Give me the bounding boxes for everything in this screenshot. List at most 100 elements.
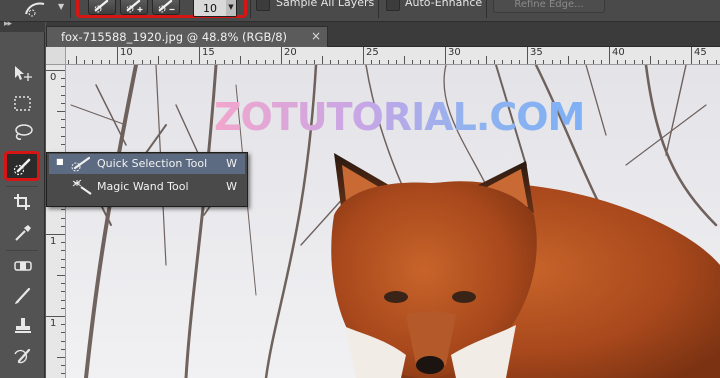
chevron-down-icon[interactable]: ▼	[226, 0, 236, 16]
new-selection-brush-icon	[94, 0, 109, 13]
menu-item-magic-wand-tool[interactable]: Magic Wand Tool W	[49, 177, 245, 197]
ruler-label: 1	[50, 236, 57, 247]
move-tool-icon	[15, 66, 32, 81]
ruler-tick	[346, 60, 348, 64]
ruler-tick	[61, 307, 65, 309]
ruler-label: 30	[448, 47, 461, 58]
ruler-label: 40	[612, 47, 625, 58]
eyedropper-tool[interactable]	[8, 221, 36, 243]
document-tab-bar: fox-715588_1920.jpg @ 48.8% (RGB/8) ×	[46, 22, 720, 47]
ruler-label: 15	[202, 47, 215, 58]
ruler-tick	[699, 60, 701, 64]
ruler-tick	[469, 60, 471, 64]
ruler-tick	[190, 60, 192, 64]
document-canvas[interactable]: ZOTUTORIAL.COM	[66, 65, 720, 378]
ruler-origin[interactable]	[46, 47, 66, 65]
refine-edge-button[interactable]: Refine Edge...	[493, 0, 605, 13]
quick-selection-brush-icon	[71, 156, 91, 172]
ruler-tick	[568, 56, 569, 64]
ruler-tick	[158, 56, 159, 64]
ruler-tick	[149, 60, 151, 64]
add-selection-brush-icon	[126, 0, 143, 13]
menu-item-shortcut: W	[226, 180, 237, 193]
quick-selection-tool-icon	[13, 158, 31, 176]
chevron-down-icon: ▼	[58, 2, 65, 11]
new-selection-button[interactable]	[88, 0, 116, 15]
ruler-tick	[46, 316, 65, 317]
ruler-tick	[404, 56, 405, 64]
ruler-tick	[477, 60, 479, 64]
ruler-tick	[715, 60, 717, 64]
ruler-tick	[445, 47, 446, 64]
ruler-tick	[61, 242, 65, 244]
ruler-tick	[543, 60, 545, 64]
history-brush-tool[interactable]	[8, 344, 36, 366]
marquee-tool[interactable]	[8, 92, 36, 114]
lasso-tool[interactable]	[8, 120, 36, 142]
document-tab[interactable]: fox-715588_1920.jpg @ 48.8% (RGB/8) ×	[46, 26, 328, 47]
add-to-selection-button[interactable]	[120, 0, 148, 15]
ruler-tick	[61, 119, 65, 121]
ruler-tick	[494, 60, 496, 64]
ruler-tick	[625, 60, 627, 64]
ruler-tick	[305, 60, 307, 64]
ruler-tick	[363, 47, 364, 64]
brush-tool[interactable]	[8, 284, 36, 306]
healing-brush-tool[interactable]	[8, 254, 36, 276]
ruler-tick	[256, 60, 258, 64]
ruler-label: 35	[530, 47, 543, 58]
ruler-tick	[691, 47, 692, 64]
ruler-tick	[313, 60, 315, 64]
watermark-text: ZOTUTORIAL.COM	[214, 95, 585, 139]
ruler-tick	[354, 60, 356, 64]
ruler-tick	[61, 135, 65, 137]
ruler-tick	[108, 60, 110, 64]
clone-stamp-tool[interactable]	[8, 314, 36, 336]
menu-item-label: Quick Selection Tool	[97, 157, 208, 170]
ruler-tick	[92, 60, 94, 64]
ruler-label: 20	[284, 47, 297, 58]
tool-preset-picker[interactable]: ▼	[22, 0, 68, 18]
ruler-tick	[395, 60, 397, 64]
horizontal-ruler[interactable]: 10 15 20 25 30 35 40 45	[66, 47, 720, 65]
ruler-tick	[453, 60, 455, 64]
toolbox-header[interactable]: ▸▸	[0, 19, 45, 32]
ruler-tick	[61, 340, 65, 342]
move-tool[interactable]	[8, 62, 36, 84]
sample-all-layers-checkbox[interactable]	[256, 0, 270, 11]
ruler-tick	[330, 60, 332, 64]
ruler-tick	[207, 60, 209, 64]
brush-size-field[interactable]: 10 ▼	[193, 0, 237, 17]
ruler-label: 25	[366, 47, 379, 58]
ruler-tick	[518, 60, 520, 64]
ruler-tick	[650, 56, 651, 64]
ruler-tick	[510, 60, 512, 64]
ruler-tick	[592, 60, 594, 64]
clone-stamp-tool-icon	[15, 318, 31, 333]
ruler-tick	[633, 60, 635, 64]
ruler-tick	[84, 60, 86, 64]
ruler-tick	[576, 60, 578, 64]
quick-selection-brush-icon	[25, 2, 45, 17]
crop-tool[interactable]	[8, 190, 36, 212]
subtract-selection-brush-icon	[158, 0, 175, 13]
vertical-ruler[interactable]: 0511	[46, 65, 66, 378]
ruler-tick	[61, 127, 65, 129]
close-icon[interactable]: ×	[311, 29, 321, 43]
ruler-tick	[289, 60, 291, 64]
ruler-tick	[535, 60, 537, 64]
brush-size-value: 10	[203, 2, 217, 15]
ruler-tick	[61, 373, 65, 375]
auto-enhance-checkbox[interactable]	[386, 0, 400, 11]
divider	[250, 0, 251, 18]
eyedropper-tool-icon	[15, 225, 31, 241]
ruler-tick	[117, 47, 118, 64]
subtract-from-selection-button[interactable]	[152, 0, 180, 15]
selected-bullet-icon: ■	[56, 157, 64, 166]
menu-item-quick-selection-tool[interactable]: ■ Quick Selection Tool W	[49, 154, 245, 174]
quick-selection-tool[interactable]	[4, 151, 40, 181]
collapse-arrows-icon[interactable]: ▸▸	[4, 19, 12, 29]
ruler-tick	[707, 60, 709, 64]
document-title: fox-715588_1920.jpg @ 48.8% (RGB/8)	[61, 30, 288, 44]
ruler-tick	[61, 299, 65, 301]
